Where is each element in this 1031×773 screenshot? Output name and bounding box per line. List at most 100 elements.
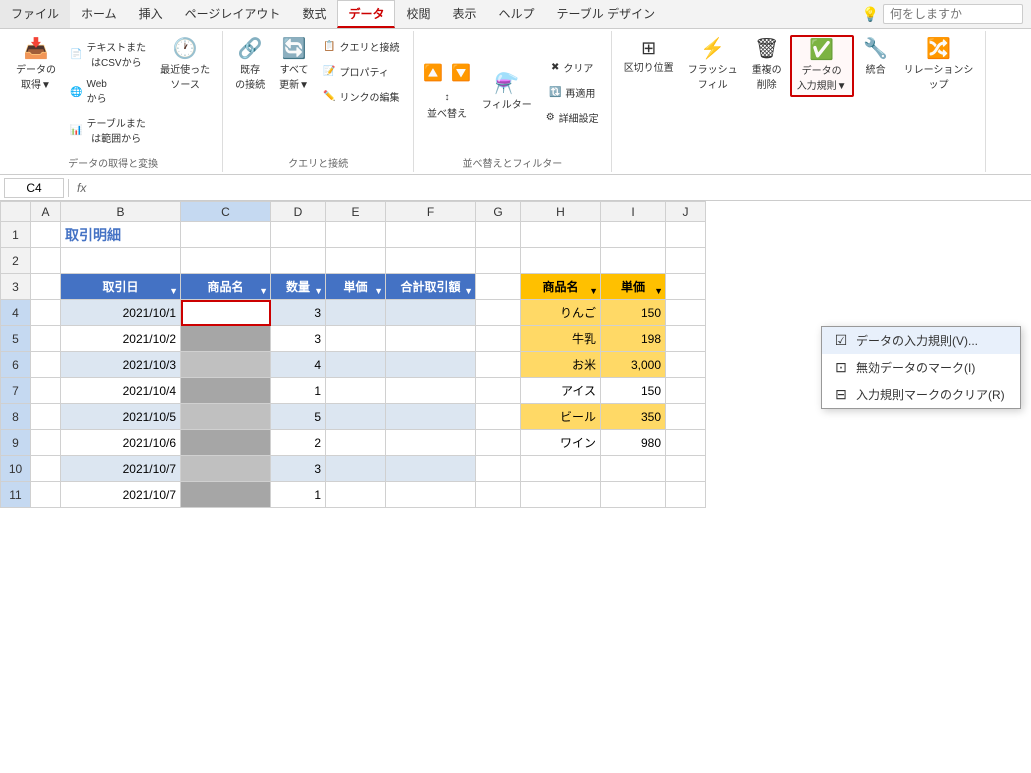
- cell-J9[interactable]: [666, 430, 706, 456]
- cell-J8[interactable]: [666, 404, 706, 430]
- cell-B2[interactable]: [61, 248, 181, 274]
- cell-B10[interactable]: 2021/10/7: [61, 456, 181, 482]
- cell-D9[interactable]: 2: [271, 430, 326, 456]
- cell-B6[interactable]: 2021/10/3: [61, 352, 181, 378]
- btn-web[interactable]: 🌐 Webから: [64, 75, 152, 109]
- cell-E11[interactable]: [326, 482, 386, 508]
- col-header-A[interactable]: A: [31, 202, 61, 222]
- cell-C10[interactable]: [181, 456, 271, 482]
- filter-arrow-B3[interactable]: ▼: [169, 286, 178, 296]
- row-header-7[interactable]: 7: [1, 378, 31, 404]
- cell-I7[interactable]: 150: [601, 378, 666, 404]
- filter-arrow-F3[interactable]: ▼: [464, 286, 473, 296]
- cell-A5[interactable]: [31, 326, 61, 352]
- col-header-H[interactable]: H: [521, 202, 601, 222]
- btn-consolidate[interactable]: 🔧 統合: [856, 35, 896, 80]
- tab-page-layout[interactable]: ページレイアウト: [174, 0, 292, 28]
- cell-I5[interactable]: 198: [601, 326, 666, 352]
- cell-B8[interactable]: 2021/10/5: [61, 404, 181, 430]
- btn-table-range[interactable]: 📊 テーブルまたは範囲から: [64, 111, 152, 149]
- cell-D11[interactable]: 1: [271, 482, 326, 508]
- cell-J7[interactable]: [666, 378, 706, 404]
- btn-data-validation[interactable]: ✅ データの入力規則▼: [790, 35, 854, 97]
- cell-A9[interactable]: [31, 430, 61, 456]
- cell-E1[interactable]: [326, 222, 386, 248]
- col-header-E[interactable]: E: [326, 202, 386, 222]
- cell-D2[interactable]: [271, 248, 326, 274]
- cell-E2[interactable]: [326, 248, 386, 274]
- dropdown-item-clear-marks[interactable]: ⊟ 入力規則マークのクリア(R): [822, 381, 1020, 408]
- tab-formulas[interactable]: 数式: [291, 0, 337, 28]
- cell-D1[interactable]: [271, 222, 326, 248]
- cell-B9[interactable]: 2021/10/6: [61, 430, 181, 456]
- cell-J1[interactable]: [666, 222, 706, 248]
- cell-C2[interactable]: [181, 248, 271, 274]
- cell-H7[interactable]: アイス: [521, 378, 601, 404]
- cell-reference-input[interactable]: [4, 178, 64, 198]
- btn-text-to-col[interactable]: ⊞ 区切り位置: [618, 35, 680, 78]
- btn-edit-links[interactable]: ✏️ リンクの編集: [317, 85, 407, 108]
- cell-D8[interactable]: 5: [271, 404, 326, 430]
- cell-A6[interactable]: [31, 352, 61, 378]
- tab-help[interactable]: ヘルプ: [488, 0, 546, 28]
- cell-G7[interactable]: [476, 378, 521, 404]
- cell-F10[interactable]: [386, 456, 476, 482]
- cell-G8[interactable]: [476, 404, 521, 430]
- filter-arrow-C3[interactable]: ▼: [259, 286, 268, 296]
- row-header-9[interactable]: 9: [1, 430, 31, 456]
- cell-H8[interactable]: ビール: [521, 404, 601, 430]
- cell-H1[interactable]: [521, 222, 601, 248]
- cell-F1[interactable]: [386, 222, 476, 248]
- cell-G11[interactable]: [476, 482, 521, 508]
- cell-B11[interactable]: 2021/10/7: [61, 482, 181, 508]
- filter-arrow-H3[interactable]: ▼: [589, 286, 598, 296]
- cell-F4[interactable]: [386, 300, 476, 326]
- tab-insert[interactable]: 挿入: [128, 0, 174, 28]
- cell-H10[interactable]: [521, 456, 601, 482]
- cell-I10[interactable]: [601, 456, 666, 482]
- cell-H11[interactable]: [521, 482, 601, 508]
- cell-D5[interactable]: 3: [271, 326, 326, 352]
- col-header-G[interactable]: G: [476, 202, 521, 222]
- cell-A10[interactable]: [31, 456, 61, 482]
- btn-sort-za[interactable]: 🔽: [448, 60, 474, 86]
- cell-E7[interactable]: [326, 378, 386, 404]
- col-header-D[interactable]: D: [271, 202, 326, 222]
- cell-B3[interactable]: 取引日 ▼: [61, 274, 181, 300]
- cell-F11[interactable]: [386, 482, 476, 508]
- dropdown-item-invalid-mark[interactable]: ⊡ 無効データのマーク(I): [822, 354, 1020, 381]
- cell-E4[interactable]: [326, 300, 386, 326]
- cell-I2[interactable]: [601, 248, 666, 274]
- cell-A1[interactable]: [31, 222, 61, 248]
- cell-I1[interactable]: [601, 222, 666, 248]
- tab-table-design[interactable]: テーブル デザイン: [546, 0, 667, 28]
- btn-advanced[interactable]: ⚙ 詳細設定: [540, 106, 605, 129]
- cell-B1[interactable]: 取引明細: [61, 222, 181, 248]
- cell-H6[interactable]: お米: [521, 352, 601, 378]
- cell-I11[interactable]: [601, 482, 666, 508]
- cell-D6[interactable]: 4: [271, 352, 326, 378]
- dropdown-item-validation-rule[interactable]: ☑ データの入力規則(V)...: [822, 327, 1020, 354]
- cell-J11[interactable]: [666, 482, 706, 508]
- cell-G5[interactable]: [476, 326, 521, 352]
- btn-recent-sources[interactable]: 🕐 最近使ったソース: [154, 35, 216, 95]
- col-header-I[interactable]: I: [601, 202, 666, 222]
- cell-D4[interactable]: 3: [271, 300, 326, 326]
- row-header-5[interactable]: 5: [1, 326, 31, 352]
- cell-J2[interactable]: [666, 248, 706, 274]
- cell-J10[interactable]: [666, 456, 706, 482]
- row-header-1[interactable]: 1: [1, 222, 31, 248]
- cell-I3[interactable]: 単価 ▼: [601, 274, 666, 300]
- cell-J4[interactable]: [666, 300, 706, 326]
- cell-C3[interactable]: 商品名 ▼: [181, 274, 271, 300]
- row-header-10[interactable]: 10: [1, 456, 31, 482]
- row-header-6[interactable]: 6: [1, 352, 31, 378]
- cell-F7[interactable]: [386, 378, 476, 404]
- row-header-3[interactable]: 3: [1, 274, 31, 300]
- cell-C7[interactable]: [181, 378, 271, 404]
- row-header-8[interactable]: 8: [1, 404, 31, 430]
- btn-flash-fill[interactable]: ⚡ フラッシュフィル: [682, 35, 744, 95]
- btn-reapply[interactable]: 🔃 再適用: [540, 81, 605, 104]
- formula-input[interactable]: [94, 179, 1027, 197]
- btn-queries-conn[interactable]: 📋 クエリと接続: [317, 35, 407, 58]
